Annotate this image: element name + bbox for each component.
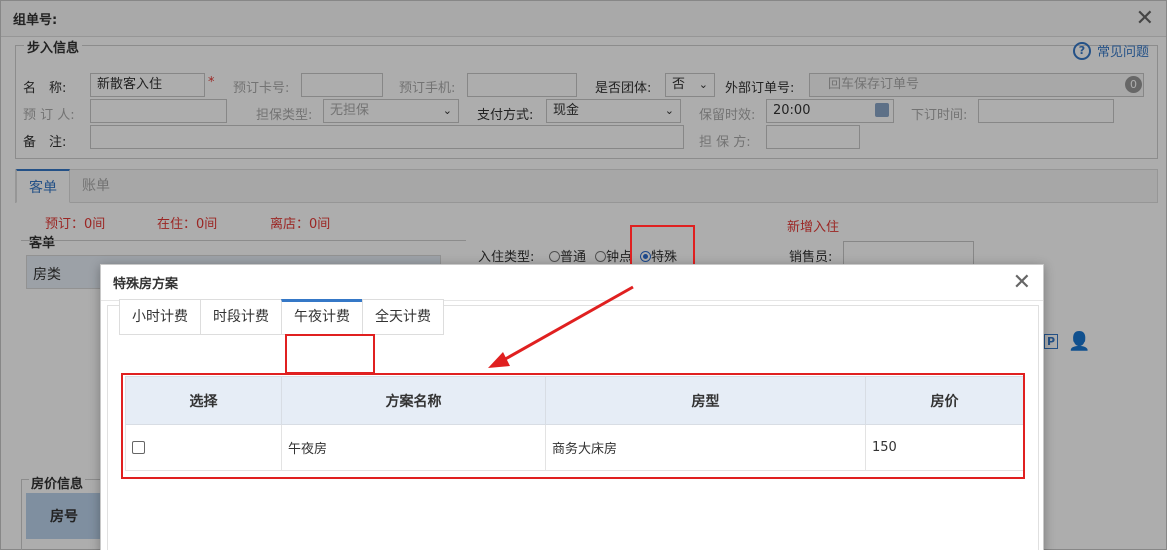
room-type-column: 房类 [33,267,61,283]
vip-icon[interactable]: P [1044,334,1059,349]
help-link[interactable]: ? 常见问题 [1072,41,1149,60]
left-count: 离店：0间 [270,217,331,232]
add-user-icon[interactable]: 👤 [1068,331,1090,352]
fieldset-legend: 步入信息 [24,37,83,56]
table-highlight [121,373,1025,479]
checkin-type-label: 入住类型: [478,250,535,265]
booker-label: 预 订 人: [23,108,75,123]
guarantee-type-value: 无担保 [330,103,370,118]
tab-fullday[interactable]: 全天计费 [362,299,444,335]
tab-hourly[interactable]: 小时计费 [119,299,201,335]
tab-midnight[interactable]: 午夜计费 [281,299,363,335]
main-tabbar: 客单 账单 [15,169,1158,203]
name-label: 名 称: [23,81,67,96]
modal-header: 特殊房方案 ✕ [101,265,1043,301]
salesperson-label: 销售员: [789,250,833,265]
divider [21,240,466,241]
dialog-title: 组单号: [13,13,58,28]
chevron-down-icon: ⌄ [442,104,452,117]
booking-phone-input[interactable] [467,73,577,97]
booking-card-input[interactable] [301,73,383,97]
remark-input[interactable] [90,125,684,149]
tab-guest[interactable]: 客单 [16,169,70,203]
room-no-column: 房号 [26,493,102,539]
chevron-down-icon: ⌄ [698,78,708,91]
required-star: * [208,75,215,90]
payment-select[interactable]: 现金 ⌄ [546,99,681,123]
modal-title: 特殊房方案 [113,277,179,292]
group-select[interactable]: 否 ⌄ [665,73,715,97]
salesperson-input[interactable] [843,241,974,265]
order-time-label: 下订时间: [911,108,968,123]
group-label: 是否团体: [595,81,652,96]
radio-icon [595,251,606,262]
help-label: 常见问题 [1096,45,1149,60]
group-value: 否 [672,77,686,92]
calendar-icon[interactable] [875,103,889,117]
name-input[interactable]: 新散客入住 [90,73,205,97]
guarantor-input[interactable] [766,125,860,149]
midnight-tab-highlight [285,334,375,374]
billing-tabbar: 小时计费 时段计费 午夜计费 全天计费 [119,299,444,335]
chevron-down-icon: ⌄ [664,104,674,117]
tab-bill[interactable]: 账单 [70,169,122,203]
radio-normal[interactable]: 普通 [549,246,586,265]
external-order-label: 外部订单号: [725,81,795,96]
tab-period[interactable]: 时段计费 [200,299,282,335]
order-time-input[interactable] [978,99,1114,123]
radio-hourly[interactable]: 钟点 [595,246,632,265]
guarantee-type-label: 担保类型: [256,108,313,123]
payment-label: 支付方式: [477,108,534,123]
radio-icon [549,251,560,262]
question-icon: ? [1072,41,1091,60]
external-order-input[interactable]: 回车保存订单号 [809,73,1144,97]
new-checkin-link[interactable]: 新增入住 [787,216,839,235]
modal-close-icon[interactable]: ✕ [1013,271,1031,294]
guest-section-title: 客单 [29,236,56,251]
guarantee-type-select[interactable]: 无担保 ⌄ [323,99,459,123]
booker-input[interactable] [90,99,227,123]
guarantor-label: 担 保 方: [699,135,751,150]
dialog-header: 组单号: ✕ [1,1,1166,37]
rate-section-title: 房价信息 [29,473,86,492]
close-icon[interactable]: ✕ [1136,7,1154,30]
payment-value: 现金 [553,103,580,118]
booking-card-label: 预订卡号: [233,81,290,96]
remark-label: 备 注: [23,135,67,150]
reserved-count: 预订：0间 [45,217,106,232]
booking-phone-label: 预订手机: [399,81,456,96]
hold-time-label: 保留时效: [699,108,756,123]
info-icon[interactable]: 0 [1125,76,1142,93]
staying-count: 在住：0间 [157,217,218,232]
side-actions: P 👤 [1044,331,1090,352]
